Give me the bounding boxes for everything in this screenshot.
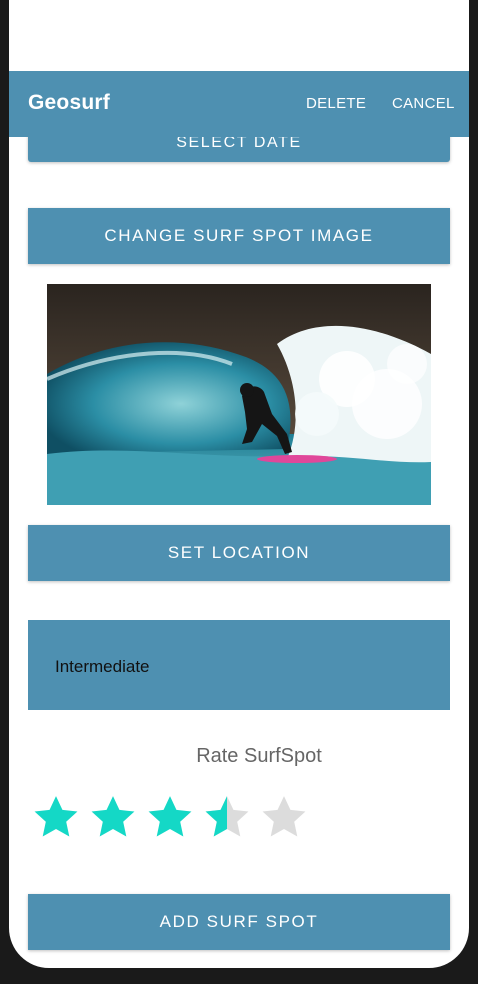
add-surf-spot-button[interactable]: ADD SURF SPOT <box>28 894 450 950</box>
app-title: Geosurf <box>28 91 110 114</box>
star-icon[interactable] <box>88 793 138 843</box>
delete-button[interactable]: DELETE <box>306 95 366 112</box>
star-empty-icon[interactable] <box>259 793 309 843</box>
cancel-button[interactable]: CANCEL <box>392 95 455 112</box>
skill-level-selector[interactable]: Intermediate <box>28 620 450 710</box>
app-screen: Geosurf DELETE CANCEL SELECT DATE CHANGE… <box>9 0 469 968</box>
status-area <box>9 0 469 40</box>
app-bar: Geosurf DELETE CANCEL <box>9 71 469 137</box>
rate-label: Rate SurfSpot <box>196 745 322 767</box>
star-half-icon[interactable] <box>202 793 252 843</box>
set-location-button[interactable]: SET LOCATION <box>28 525 450 581</box>
phone-frame: Geosurf DELETE CANCEL SELECT DATE CHANGE… <box>0 0 478 984</box>
skill-level-value: Intermediate <box>55 657 150 676</box>
star-icon[interactable] <box>31 793 81 843</box>
change-image-button[interactable]: CHANGE SURF SPOT IMAGE <box>28 208 450 264</box>
surf-spot-image <box>47 284 431 505</box>
rating-bar[interactable] <box>31 793 316 843</box>
star-icon[interactable] <box>145 793 195 843</box>
